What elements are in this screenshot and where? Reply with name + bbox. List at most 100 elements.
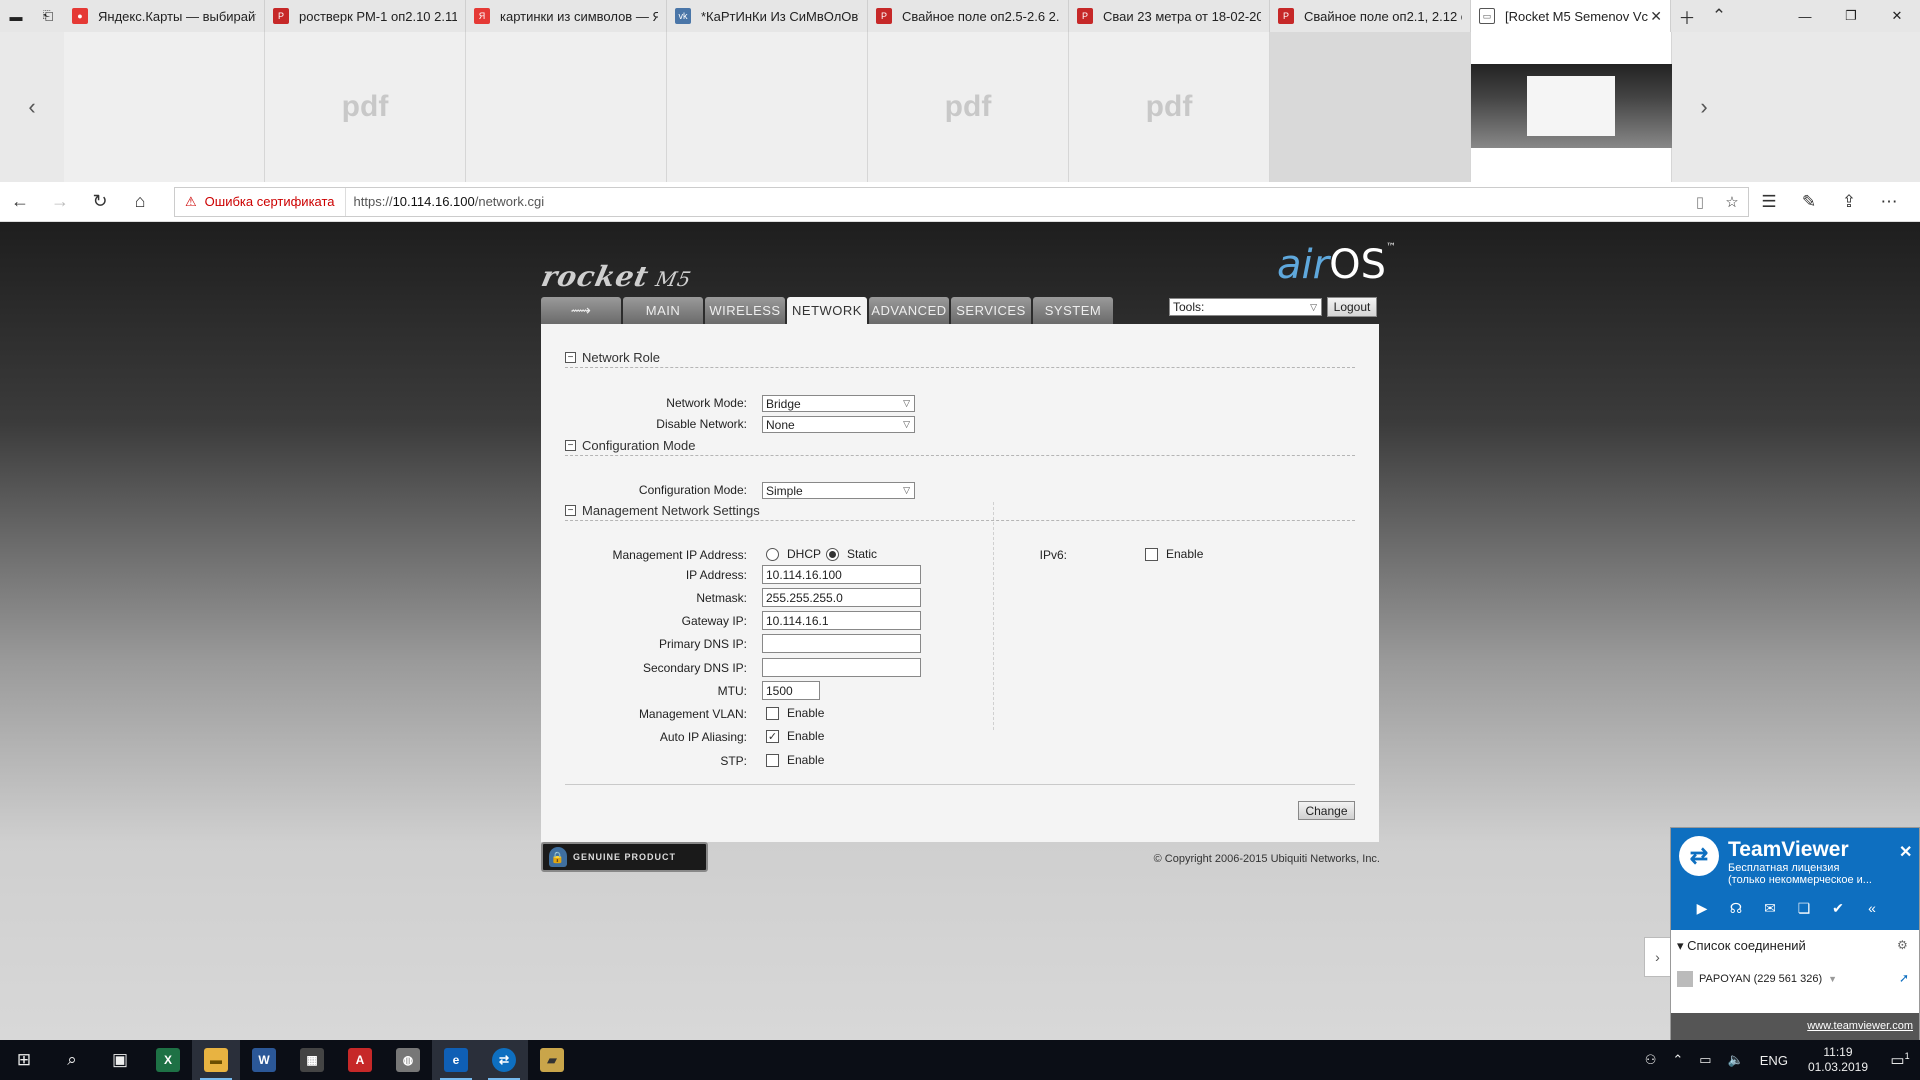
- app-icon[interactable]: ▰: [528, 1040, 576, 1080]
- back-icon[interactable]: ←: [0, 191, 40, 212]
- search-icon[interactable]: ⌕: [48, 1040, 96, 1080]
- url-text[interactable]: https://10.114.16.100/network.cgi: [346, 194, 1684, 209]
- browser-tab[interactable]: ● Яндекс.Карты — выбирайт: [64, 0, 265, 32]
- ip-address-input[interactable]: 10.114.16.100: [762, 565, 921, 584]
- satellite-app-icon[interactable]: ◍: [384, 1040, 432, 1080]
- close-icon[interactable]: ✕: [1899, 842, 1912, 862]
- teamviewer-expand-tab[interactable]: ›: [1644, 937, 1670, 977]
- network-icon[interactable]: ▭: [1691, 1052, 1719, 1068]
- restore-icon[interactable]: ❐: [1828, 0, 1874, 32]
- tab-system[interactable]: SYSTEM: [1033, 297, 1113, 324]
- collapse-previews-icon[interactable]: ⌃: [1703, 0, 1735, 32]
- address-bar[interactable]: ⚠ Ошибка сертификата https://10.114.16.10…: [174, 186, 1749, 217]
- tab-main[interactable]: MAIN: [623, 297, 703, 324]
- logout-button[interactable]: Logout: [1327, 297, 1377, 317]
- video-icon[interactable]: ▶: [1685, 900, 1719, 917]
- secondary-dns-input[interactable]: [762, 658, 921, 677]
- home-icon[interactable]: ⌂: [120, 191, 160, 212]
- minimize-icon[interactable]: —: [1782, 0, 1828, 32]
- mtu-input[interactable]: 1500: [762, 681, 820, 700]
- web-note-icon[interactable]: ✎: [1789, 192, 1829, 212]
- certificate-warning[interactable]: ⚠ Ошибка сертификата: [175, 187, 346, 216]
- section-configuration-mode[interactable]: − Configuration Mode: [565, 436, 1355, 456]
- dropdown-arrow-icon[interactable]: ▼: [1828, 974, 1837, 984]
- tab-preview[interactable]: [466, 32, 667, 182]
- tab-preview[interactable]: pdf: [1069, 32, 1270, 182]
- file-explorer-icon[interactable]: ▬: [192, 1040, 240, 1080]
- teamviewer-taskbar-icon[interactable]: ⇄: [480, 1040, 528, 1080]
- browser-tab[interactable]: Pростверк РМ-1 оп2.10 2.11: [265, 0, 466, 32]
- pointer-icon[interactable]: ➚: [1899, 971, 1909, 985]
- configuration-mode-select[interactable]: Simple ▽: [762, 482, 915, 499]
- close-window-icon[interactable]: ✕: [1874, 0, 1920, 32]
- connection-item[interactable]: PAPOYAN (229 561 326) ▼: [1677, 971, 1837, 987]
- favorite-star-icon[interactable]: ☆: [1716, 193, 1748, 211]
- gateway-ip-input[interactable]: 10.114.16.1: [762, 611, 921, 630]
- browser-tab[interactable]: Якартинки из символов — Я: [466, 0, 667, 32]
- ipv6-checkbox[interactable]: Enable: [1145, 547, 1203, 561]
- start-button-icon[interactable]: ⊞: [0, 1040, 48, 1080]
- close-tab-icon[interactable]: ✕: [1650, 8, 1662, 25]
- browser-tab[interactable]: P Сваи 23 метра от 18-02-20: [1069, 0, 1270, 32]
- file-transfer-icon[interactable]: ❏: [1787, 900, 1821, 917]
- people-icon[interactable]: ⚇: [1637, 1052, 1665, 1068]
- word-icon[interactable]: W: [240, 1040, 288, 1080]
- tab-preview[interactable]: [1270, 32, 1471, 182]
- previews-left-arrow-icon[interactable]: ‹: [0, 32, 64, 182]
- show-hidden-icons[interactable]: ⌃: [1664, 1052, 1691, 1068]
- notification-center-icon[interactable]: ▭1: [1880, 1051, 1920, 1069]
- tab-wireless[interactable]: WIRELESS: [705, 297, 785, 324]
- pdf-reader-icon[interactable]: A: [336, 1040, 384, 1080]
- browser-tab[interactable]: P Свайное поле оп2.5-2.6 2.8: [868, 0, 1069, 32]
- section-management-network[interactable]: − Management Network Settings: [565, 501, 1355, 521]
- collapse-icon[interactable]: −: [565, 505, 576, 516]
- gear-icon[interactable]: ⚙: [1897, 938, 1908, 952]
- primary-dns-input[interactable]: [762, 634, 921, 653]
- tab-preview[interactable]: [667, 32, 868, 182]
- dhcp-radio[interactable]: DHCP: [766, 547, 821, 561]
- network-mode-select[interactable]: Bridge ▽: [762, 395, 915, 412]
- browser-tab-active[interactable]: ▭ [Rocket M5 Semenov Vc ✕: [1471, 0, 1671, 32]
- headset-icon[interactable]: ☊: [1719, 900, 1753, 917]
- collapse-icon[interactable]: −: [565, 352, 576, 363]
- new-tab-icon[interactable]: ＋: [1671, 0, 1703, 32]
- edge-icon[interactable]: e: [432, 1040, 480, 1080]
- tab-set-aside-icon[interactable]: ▬: [0, 0, 32, 32]
- refresh-icon[interactable]: ↻: [80, 191, 120, 212]
- tab-advanced[interactable]: ADVANCED: [869, 297, 949, 324]
- section-network-role[interactable]: − Network Role: [565, 348, 1355, 368]
- tab-preview[interactable]: pdf: [265, 32, 466, 182]
- change-button[interactable]: Change: [1298, 801, 1355, 820]
- teamviewer-link[interactable]: www.teamviewer.com: [1671, 1013, 1919, 1040]
- tab-services[interactable]: SERVICES: [951, 297, 1031, 324]
- tab-preview[interactable]: pdf: [868, 32, 1069, 182]
- tab-preview[interactable]: [64, 32, 265, 182]
- tools-icon[interactable]: ✔: [1821, 900, 1855, 917]
- collapse-icon[interactable]: −: [565, 440, 576, 451]
- collapse-icon[interactable]: «: [1855, 900, 1889, 917]
- reading-view-icon[interactable]: ▯: [1684, 193, 1716, 211]
- netmask-input[interactable]: 255.255.255.0: [762, 588, 921, 607]
- show-tabs-aside-icon[interactable]: ⎗: [32, 0, 64, 32]
- calculator-icon[interactable]: ▦: [288, 1040, 336, 1080]
- static-radio[interactable]: Static: [826, 547, 877, 561]
- more-menu-icon[interactable]: ⋯: [1869, 192, 1909, 212]
- disable-network-select[interactable]: None ▽: [762, 416, 915, 433]
- task-view-icon[interactable]: ▣: [96, 1040, 144, 1080]
- connection-list-title[interactable]: ▾ Список соединений: [1677, 938, 1806, 954]
- stp-checkbox[interactable]: Enable: [766, 753, 824, 767]
- previews-right-arrow-icon[interactable]: ›: [1672, 32, 1736, 182]
- tab-network[interactable]: NETWORK: [787, 297, 867, 324]
- volume-icon[interactable]: 🔈: [1720, 1052, 1752, 1068]
- forward-icon[interactable]: →: [40, 191, 80, 212]
- clock[interactable]: 11:19 01.03.2019: [1796, 1045, 1880, 1075]
- tab-preview-active[interactable]: [1470, 32, 1672, 182]
- chat-icon[interactable]: ✉: [1753, 900, 1787, 917]
- tab-ubiquiti-logo[interactable]: ⟿: [541, 297, 621, 324]
- browser-tab[interactable]: vk *КаРтИнКи Из СиМвОлОв*: [667, 0, 868, 32]
- favorites-hub-icon[interactable]: ☰: [1749, 192, 1789, 212]
- language-indicator[interactable]: ENG: [1752, 1053, 1796, 1068]
- tools-select[interactable]: Tools: ▽: [1169, 298, 1322, 316]
- excel-icon[interactable]: X: [144, 1040, 192, 1080]
- auto-ip-aliasing-checkbox[interactable]: ✓ Enable: [766, 729, 824, 743]
